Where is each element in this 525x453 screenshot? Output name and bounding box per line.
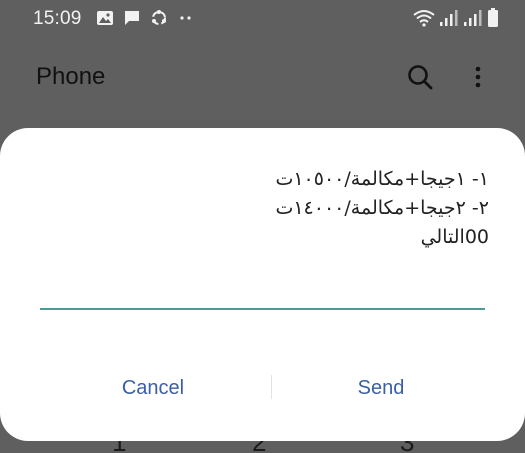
ussd-reply-input[interactable] <box>40 276 485 310</box>
signal-icon <box>440 10 458 26</box>
status-time: 15:09 <box>33 8 82 29</box>
message-icon <box>125 11 139 25</box>
ussd-message-line: 00التالي <box>420 226 489 248</box>
more-notifications-icon <box>180 16 191 20</box>
signal-icon <box>464 10 482 26</box>
notification-icons <box>96 9 195 27</box>
ussd-message-line: ٢- ٢جيجا+مكالمة/١٤٠٠٠ت <box>275 197 489 219</box>
send-button[interactable]: Send <box>281 368 481 408</box>
sync-icon <box>152 10 166 25</box>
gallery-icon <box>97 11 113 25</box>
battery-icon <box>488 8 498 27</box>
status-bar: 15:09 <box>0 0 525 40</box>
app-title: Phone <box>36 63 106 90</box>
cancel-button[interactable]: Cancel <box>53 368 253 408</box>
button-divider <box>271 375 272 399</box>
app-bar: Phone <box>0 50 525 104</box>
more-vert-icon[interactable] <box>468 62 488 92</box>
ussd-message: ١- ١جيجا+مكالمة/١٠٥٠٠ت ٢- ٢جيجا+مكالمة/١… <box>49 165 489 252</box>
system-status-icons <box>413 8 499 28</box>
search-icon[interactable] <box>405 62 435 92</box>
ussd-dialog: ١- ١جيجا+مكالمة/١٠٥٠٠ت ٢- ٢جيجا+مكالمة/١… <box>0 128 525 441</box>
ussd-message-line: ١- ١جيجا+مكالمة/١٠٥٠٠ت <box>275 168 489 190</box>
dialpad-peek: 1 2 3 <box>0 441 525 453</box>
dialpad-key-1[interactable]: 1 <box>112 441 126 453</box>
dialpad-key-2[interactable]: 2 <box>252 441 266 453</box>
dialpad-key-3[interactable]: 3 <box>400 441 414 453</box>
wifi-icon <box>413 10 435 27</box>
